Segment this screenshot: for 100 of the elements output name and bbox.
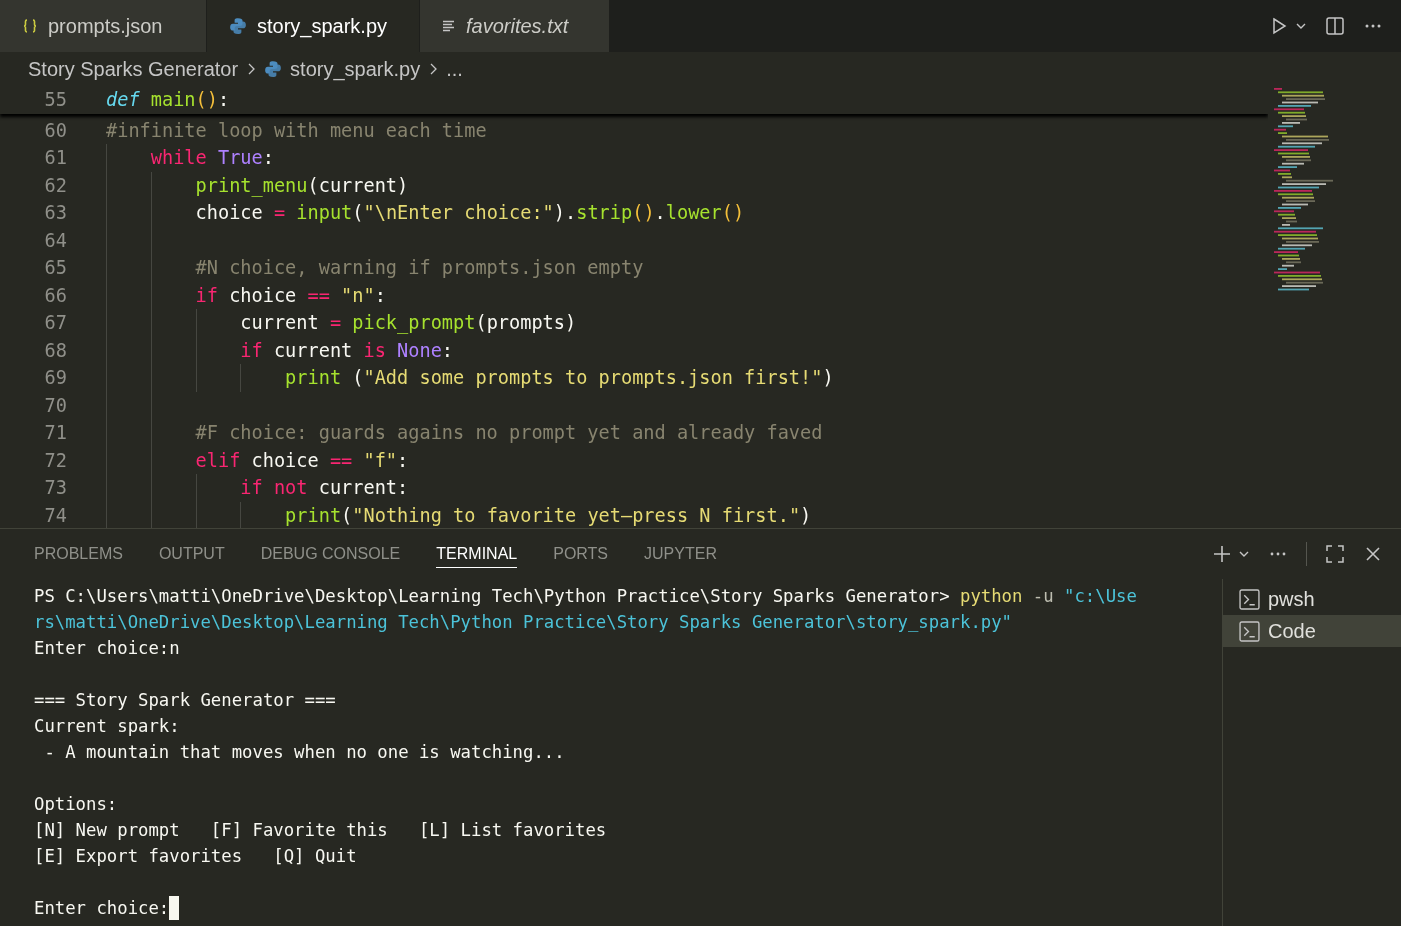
code-keyword: elif xyxy=(195,449,241,471)
chevron-right-icon xyxy=(428,62,439,76)
code-text: current xyxy=(272,339,354,361)
code-keyword: if xyxy=(240,339,263,361)
line-number: 71 xyxy=(43,422,67,444)
terminal-text: PS C:\Users\matti\OneDrive\Desktop\Learning Tech\Python Practice\Story Sparks Generator> xyxy=(34,586,951,606)
line-number: 64 xyxy=(43,229,67,251)
code-text: () xyxy=(721,202,745,224)
code-function: print_menu xyxy=(195,174,308,196)
terminal-text: [E] Export favorites [Q] Quit xyxy=(34,846,357,866)
terminal-list-item[interactable]: pwsh xyxy=(1223,583,1401,615)
code-text: ). xyxy=(553,202,577,224)
terminal-path: "c:\Use xyxy=(1064,586,1137,606)
editor-tab[interactable]: favorites.txt xyxy=(420,0,610,52)
code-text: choice xyxy=(195,202,264,224)
panel-tab[interactable]: DEBUG CONSOLE xyxy=(260,540,401,568)
code-keyword: is xyxy=(363,339,386,361)
terminal-text: -u xyxy=(1031,586,1055,606)
panel-tab[interactable]: PROBLEMS xyxy=(34,540,123,568)
panel-tab[interactable]: JUPYTER xyxy=(644,540,717,568)
python-icon xyxy=(229,17,247,35)
code-comment: #infinite loop with menu each time xyxy=(106,119,487,141)
line-number: 63 xyxy=(43,202,67,224)
code-keyword: not xyxy=(272,477,308,499)
plus-icon[interactable] xyxy=(1212,544,1232,564)
code-text: ( xyxy=(351,367,364,389)
line-number: 66 xyxy=(43,284,67,306)
terminal-list-item[interactable]: Code xyxy=(1223,615,1401,647)
line-number: 70 xyxy=(43,394,67,416)
line-number: 62 xyxy=(43,174,67,196)
maximize-icon[interactable] xyxy=(1325,544,1345,564)
code-text: choice xyxy=(250,449,320,471)
code-text: : xyxy=(397,449,409,471)
panel-tab[interactable]: OUTPUT xyxy=(158,540,225,568)
terminal-text: Enter choice: xyxy=(34,898,170,918)
breadcrumb[interactable]: ... xyxy=(446,57,463,81)
code-function: pick_prompt xyxy=(351,312,476,334)
code-keyword: == xyxy=(329,449,353,471)
code-string: "n" xyxy=(340,284,375,306)
code-string: "\nEnter choice:" xyxy=(363,202,554,224)
code-keyword: = xyxy=(329,312,342,334)
terminal-text: === Story Spark Generator === xyxy=(34,690,336,710)
code-function: print xyxy=(285,504,342,526)
terminal-text: Current spark: xyxy=(34,716,180,736)
editor-tab[interactable]: story_spark.py xyxy=(207,0,420,52)
code-string: "Add some prompts to prompts.json first!" xyxy=(363,367,823,389)
terminal-text: - A mountain that moves when no one is watching... xyxy=(43,742,565,762)
panel-tab[interactable]: TERMINAL xyxy=(436,540,518,568)
code-constant: None xyxy=(396,339,442,361)
code-comment: #N choice, warning if prompts.json empty xyxy=(195,257,644,279)
code-text: () xyxy=(632,202,655,224)
code-text: ) xyxy=(822,367,834,389)
line-number: 60 xyxy=(43,119,67,141)
line-number: 68 xyxy=(43,339,67,361)
code-text: (prompts) xyxy=(475,312,577,334)
code-keyword: def xyxy=(106,89,140,111)
code-constant: True xyxy=(216,147,263,169)
code-text: current: xyxy=(317,477,409,499)
breadcrumb[interactable]: Story Sparks Generator xyxy=(28,57,239,81)
code-text: current xyxy=(240,312,320,334)
terminal-icon xyxy=(1239,588,1260,610)
code-text: . xyxy=(654,202,666,224)
code-function: main xyxy=(149,89,196,111)
code-keyword: if xyxy=(195,284,218,306)
code-function: strip xyxy=(576,202,633,224)
code-text: ( xyxy=(341,504,353,526)
code-function: lower xyxy=(665,202,722,224)
code-string: "f" xyxy=(362,449,398,471)
code-text: : xyxy=(217,89,230,111)
code-comment: #F choice: guards agains no prompt yet and already faved xyxy=(195,422,823,444)
code-text: (current) xyxy=(307,174,409,196)
panel-tab[interactable]: PORTS xyxy=(553,540,609,568)
chevron-right-icon xyxy=(246,62,257,76)
code-keyword: = xyxy=(273,202,286,224)
lines-icon xyxy=(442,20,456,32)
line-number: 69 xyxy=(43,367,67,389)
line-number: 72 xyxy=(43,449,67,471)
code-text: ) xyxy=(800,504,812,526)
code-function: input xyxy=(295,202,353,224)
terminal-path: rs\matti\OneDrive\Desktop\Learning Tech\Python Practice\Story Sparks Generator\story_spark.py" xyxy=(34,612,1012,632)
braces-icon xyxy=(22,18,38,34)
code-text: () xyxy=(195,89,218,111)
breadcrumb[interactable]: story_spark.py xyxy=(290,57,421,81)
code-string: "Nothing to favorite yet—press N first." xyxy=(352,504,801,526)
code-text: : xyxy=(262,147,274,169)
terminal-icon xyxy=(1239,620,1260,642)
line-number: 74 xyxy=(43,504,67,526)
editor-tab[interactable]: prompts.json xyxy=(0,0,207,52)
line-number: 65 xyxy=(43,257,67,279)
code-function: print xyxy=(285,367,342,389)
code-text: choice xyxy=(228,284,298,306)
line-number: 67 xyxy=(43,312,67,334)
split-editor-icon[interactable] xyxy=(1325,16,1345,36)
code-keyword: == xyxy=(307,284,330,306)
terminal-text: Enter choice:n xyxy=(34,638,180,658)
code-keyword: if xyxy=(240,477,263,499)
python-icon xyxy=(264,60,283,78)
line-number: 61 xyxy=(43,147,67,169)
line-number: 55 xyxy=(43,89,67,111)
terminal-text: [N] New prompt [F] Favorite this [L] List favorites xyxy=(34,820,607,840)
